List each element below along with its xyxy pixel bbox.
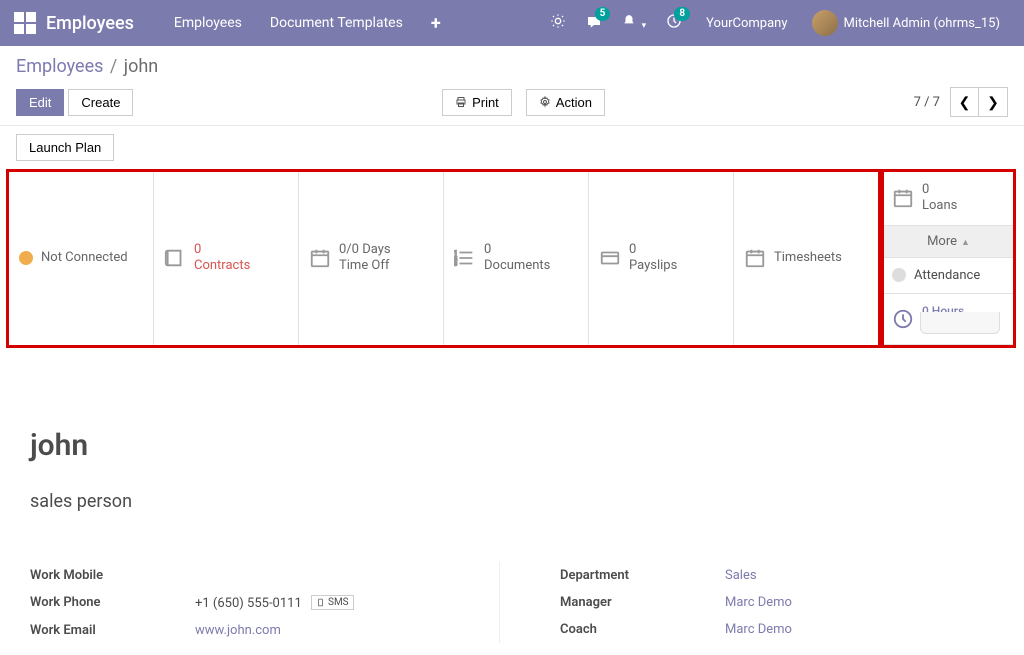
apps-icon[interactable] [14, 12, 36, 34]
svg-text:3: 3 [454, 262, 457, 268]
breadcrumb-root[interactable]: Employees [16, 56, 103, 77]
employee-name: john [30, 428, 994, 463]
label-department: Department [560, 568, 725, 583]
label-coach: Coach [560, 622, 725, 637]
nav-document-templates[interactable]: Document Templates [270, 15, 403, 31]
chevron-up-icon: ▲ [961, 238, 970, 248]
calendar-icon [309, 247, 331, 269]
stat-not-connected[interactable]: Not Connected [9, 172, 154, 345]
action-button[interactable]: Action [526, 89, 605, 116]
gear-icon [539, 96, 551, 108]
pager-next[interactable]: ❯ [979, 88, 1007, 116]
presence-dot-icon [892, 268, 906, 282]
messages-badge: 5 [595, 7, 611, 21]
stat-payslips[interactable]: 0Payslips [589, 172, 734, 345]
employee-sheet: john sales person Work Mobile Work Phone… [0, 348, 1024, 644]
print-icon [455, 96, 467, 108]
label-work-mobile: Work Mobile [30, 568, 195, 583]
pager-arrows: ❮ ❯ [950, 87, 1008, 117]
pager-text: 7 / 7 [914, 95, 940, 110]
value-work-phone: +1 (650) 555-0111 SMS [195, 595, 354, 611]
stat-more-toggle[interactable]: More▲ [884, 226, 1013, 258]
clock-icon [892, 308, 914, 330]
user-label: Mitchell Admin (ohrms_15) [844, 16, 1001, 31]
stats-left-highlight: Not Connected 0Contracts 0/0 DaysTime Of… [6, 169, 881, 348]
sms-button[interactable]: SMS [311, 595, 354, 610]
app-title: Employees [46, 13, 134, 34]
card-icon [599, 247, 621, 269]
nav-employees[interactable]: Employees [174, 15, 242, 31]
activities-badge: 8 [674, 7, 690, 21]
stat-contracts[interactable]: 0Contracts [154, 172, 299, 345]
debug-icon[interactable] [550, 13, 566, 33]
print-label: Print [472, 95, 499, 110]
messages-icon[interactable]: 5 [586, 13, 602, 33]
notifications-icon[interactable]: ▾ [622, 14, 646, 32]
stat-attendance[interactable]: Attendance [884, 258, 1013, 294]
label-manager: Manager [560, 595, 725, 610]
company-switcher[interactable]: YourCompany [706, 16, 787, 31]
breadcrumb-active: john [124, 56, 158, 77]
user-menu[interactable]: Mitchell Admin (ohrms_15) [812, 10, 1001, 36]
create-button[interactable]: Create [68, 89, 133, 116]
stat-boxes-row: Not Connected 0Contracts 0/0 DaysTime Of… [6, 169, 1016, 348]
form-body: Launch Plan Not Connected 0Contracts 0/0… [0, 126, 1024, 643]
edit-button[interactable]: Edit [16, 89, 64, 116]
activities-icon[interactable]: 8 [666, 13, 682, 33]
value-work-email[interactable]: www.john.com [195, 623, 281, 638]
mobile-icon [316, 598, 325, 607]
label-work-email: Work Email [30, 623, 195, 638]
label-work-phone: Work Phone [30, 595, 195, 610]
breadcrumb: Employees / john [16, 56, 1008, 77]
list-icon: 123 [454, 247, 476, 269]
print-button[interactable]: Print [442, 89, 512, 116]
breadcrumb-sep: / [110, 56, 117, 77]
presence-dot-icon [19, 251, 33, 265]
value-department[interactable]: Sales [725, 568, 757, 583]
top-navbar: Employees Employees Document Templates +… [0, 0, 1024, 46]
employee-job-title: sales person [30, 491, 994, 512]
pager-prev[interactable]: ❮ [951, 88, 979, 116]
calendar-icon [892, 187, 914, 209]
launch-plan-button[interactable]: Launch Plan [16, 134, 114, 161]
control-bar: Employees / john Edit Create Print Actio… [0, 46, 1024, 126]
value-coach[interactable]: Marc Demo [725, 622, 792, 637]
stat-documents[interactable]: 123 0Documents [444, 172, 589, 345]
action-label: Action [556, 95, 592, 110]
calendar-icon [744, 247, 766, 269]
stat-loans[interactable]: 0Loans [884, 172, 1013, 226]
book-icon [164, 247, 186, 269]
avatar [812, 10, 838, 36]
stat-timesheets[interactable]: Timesheets [734, 172, 878, 345]
stat-timeoff[interactable]: 0/0 DaysTime Off [299, 172, 444, 345]
nav-add-icon[interactable]: + [431, 13, 441, 34]
employee-photo-placeholder [920, 312, 1000, 334]
value-manager[interactable]: Marc Demo [725, 595, 792, 610]
